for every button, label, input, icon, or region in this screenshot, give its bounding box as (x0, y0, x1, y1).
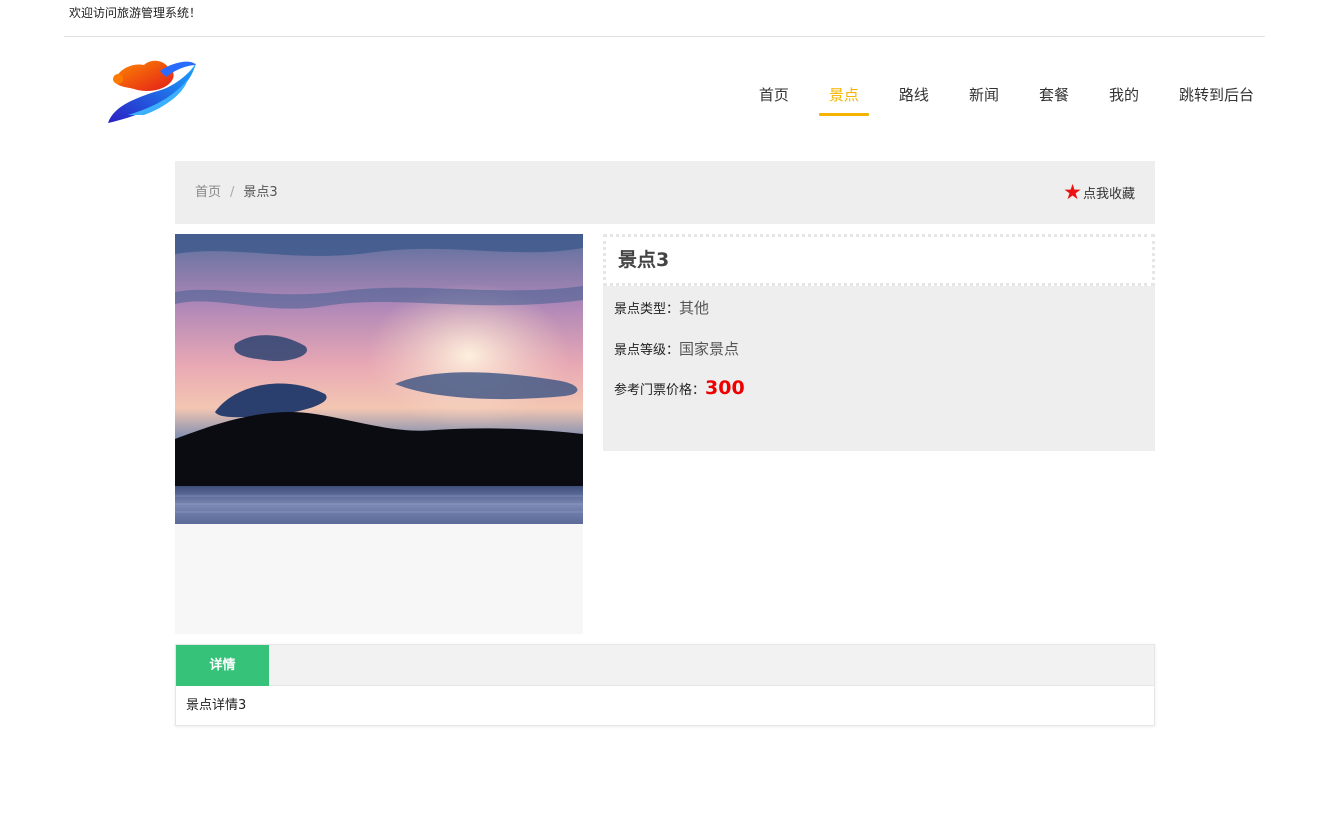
spot-type-label: 景点类型： (614, 302, 680, 317)
nav-home[interactable]: 首页 (759, 77, 789, 113)
tab-details[interactable]: 详情 (176, 645, 269, 686)
star-icon: ★ (1063, 180, 1082, 204)
spot-price-value: 300 (705, 377, 745, 399)
detail-tabs: 详情 景点详情3 (175, 644, 1155, 726)
spot-image-panel (175, 234, 583, 634)
main-nav: 首页 景点 路线 新闻 套餐 我的 跳转到后台 (719, 77, 1254, 116)
spot-price-label: 参考门票价格： (614, 383, 706, 398)
nav-news[interactable]: 新闻 (969, 77, 999, 113)
breadcrumb-bar: 首页 / 景点3 ★ 点我收藏 (175, 161, 1155, 224)
spot-info-panel: 景点3 景点类型：其他 景点等级：国家景点 参考门票价格：300 (603, 234, 1155, 451)
site-header: 首页 景点 路线 新闻 套餐 我的 跳转到后台 (0, 37, 1340, 137)
site-logo[interactable] (104, 53, 200, 127)
spot-type-value: 其他 (679, 299, 710, 317)
breadcrumb-current: 景点3 (243, 185, 278, 200)
breadcrumb-home[interactable]: 首页 (195, 185, 221, 200)
nav-routes[interactable]: 路线 (899, 77, 929, 113)
spot-level-label: 景点等级： (614, 343, 680, 358)
spot-title: 景点3 (603, 234, 1155, 286)
breadcrumb: 首页 / 景点3 (195, 185, 278, 201)
spot-level-value: 国家景点 (679, 340, 740, 358)
favorite-button[interactable]: ★ 点我收藏 (1063, 180, 1135, 204)
tab-header: 详情 (176, 645, 1154, 686)
nav-spots[interactable]: 景点 (818, 77, 869, 116)
breadcrumb-separator: / (230, 185, 235, 200)
tab-content: 景点详情3 (186, 698, 247, 713)
spot-price-row: 参考门票价格：300 (614, 377, 745, 399)
favorite-label: 点我收藏 (1082, 186, 1135, 202)
spot-photo (175, 234, 583, 524)
nav-mine[interactable]: 我的 (1109, 77, 1139, 113)
top-bar: 欢迎访问旅游管理系统！ (64, 0, 1265, 37)
spot-type-row: 景点类型：其他 (614, 297, 709, 318)
welcome-text: 欢迎访问旅游管理系统！ (69, 6, 202, 20)
logo-icon (108, 60, 196, 123)
nav-packages[interactable]: 套餐 (1039, 77, 1069, 113)
nav-admin[interactable]: 跳转到后台 (1179, 77, 1254, 113)
spot-level-row: 景点等级：国家景点 (614, 338, 739, 359)
